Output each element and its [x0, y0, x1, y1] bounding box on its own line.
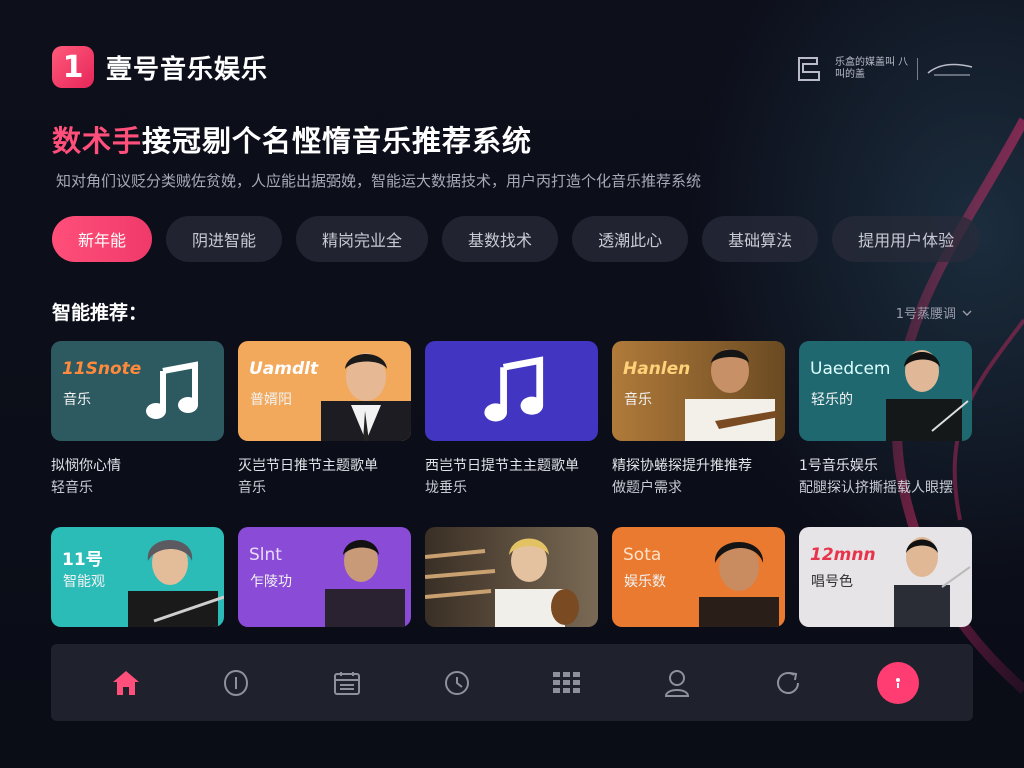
card-caption-line2: 轻音乐: [51, 480, 93, 496]
music-card[interactable]: Sota 娱乐数: [612, 527, 785, 627]
more-fab-icon: [876, 661, 919, 704]
nav-apps[interactable]: [544, 660, 590, 706]
music-note-icon: [484, 356, 544, 422]
music-card[interactable]: 11号 智能观: [51, 527, 224, 627]
partner-text: 乐盒的媒盖叫 八叫的盖: [835, 57, 909, 80]
card-thumbnail: [425, 341, 598, 441]
sort-dropdown[interactable]: 1号蒸腰调: [896, 303, 972, 322]
nav-refresh[interactable]: [765, 660, 811, 706]
nav-discover[interactable]: [213, 660, 259, 706]
chip-5[interactable]: 基础算法: [702, 216, 819, 262]
clock-icon: [444, 670, 469, 695]
nav-calendar[interactable]: [324, 660, 370, 706]
music-card[interactable]: Hanlen 音乐 精探协蜷探提升推推荐 做题户需求: [612, 341, 785, 499]
dot-icon: [895, 677, 900, 688]
partner-swoosh-icon: [927, 63, 973, 76]
card-title: Slnt: [249, 545, 282, 565]
recommendation-row-2: 11号 智能观 Slnt 乍陵功 Sota 娱乐数 12mnn 唱号色: [51, 527, 972, 627]
nav-home[interactable]: [103, 660, 149, 706]
music-card[interactable]: [425, 527, 598, 627]
chip-6[interactable]: 提用用户体验: [832, 216, 981, 262]
nav-more[interactable]: [875, 660, 921, 706]
artist-photo: [699, 542, 779, 627]
card-title: 11Snote: [62, 359, 142, 379]
card-thumbnail: 11号 智能观: [51, 527, 224, 627]
card-title: 11号: [62, 550, 103, 570]
card-caption-line2: 配腿探认挤撕摇载人眼摆: [799, 480, 953, 496]
home-icon: [113, 670, 140, 695]
bottom-nav: [51, 644, 973, 721]
card-thumbnail: Sota 娱乐数: [612, 527, 785, 627]
page-subtitle: 知对角们议贬分类贼佐贫娩，人应能出据弼娩，智能运大数据技术，用户丙打造个化音乐推…: [56, 172, 702, 190]
artist-photo: [894, 537, 971, 627]
refresh-icon: [776, 671, 799, 694]
card-subtitle: 音乐: [63, 392, 91, 408]
card-caption-line1: 1号音乐娱乐: [799, 458, 878, 474]
logo-badge-icon: 1: [52, 46, 94, 88]
chip-1[interactable]: 阴进智能: [166, 216, 283, 262]
partner-mark-icon: [798, 57, 820, 81]
page-title-accent: 数术手: [52, 124, 143, 158]
music-note-icon: [146, 361, 198, 419]
card-caption-line2: 做题户需求: [612, 480, 682, 496]
chip-0[interactable]: 新年能: [52, 216, 153, 262]
music-card[interactable]: Uamdlt 普婿阳 灭岂节日推节主题歌单 音乐: [238, 341, 411, 499]
card-thumbnail: Slnt 乍陵功: [238, 527, 411, 627]
chevron-down-icon: [962, 310, 972, 316]
recommendation-row-1: 11Snote 音乐 拟悯你心情 轻音乐 Uamdlt 普婿阳 灭岂节日推节主题…: [51, 341, 972, 499]
page-title-rest: 接冠剔个名悭惰音乐推荐系统: [142, 124, 533, 158]
card-caption-line2: 垅垂乐: [425, 480, 467, 496]
card-thumbnail: Uaedcem 轻乐的: [799, 341, 972, 441]
category-chips: 新年能 阴进智能 精岗完业全 基数找术 透潮此心 基础算法 提用用户体验: [52, 216, 981, 262]
artist-photo: [886, 350, 969, 441]
grid-icon: [553, 671, 581, 693]
calendar-icon: [333, 671, 360, 695]
card-subtitle: 音乐: [624, 392, 652, 408]
card-subtitle: 轻乐的: [811, 392, 853, 408]
music-card[interactable]: Slnt 乍陵功: [238, 527, 411, 627]
chip-3[interactable]: 基数找术: [442, 216, 559, 262]
card-caption-line1: 拟悯你心情: [51, 458, 121, 474]
card-title: Uamdlt: [249, 359, 319, 379]
artist-photo: [325, 540, 405, 627]
nav-history[interactable]: [434, 660, 480, 706]
artist-photo: [128, 540, 224, 627]
card-title: Sota: [623, 545, 662, 565]
page-title: 数术手接冠剔个名悭惰音乐推荐系统: [52, 118, 532, 160]
brand-name: 壹号音乐娱乐: [106, 54, 269, 85]
chip-4[interactable]: 透潮此心: [572, 216, 689, 262]
chip-2[interactable]: 精岗完业全: [296, 216, 429, 262]
card-thumbnail: 11Snote 音乐: [51, 341, 224, 441]
profile-icon: [665, 669, 690, 697]
card-caption-line2: 音乐: [238, 480, 266, 496]
music-card[interactable]: 11Snote 音乐 拟悯你心情 轻音乐: [51, 341, 224, 499]
card-thumbnail: Uamdlt 普婿阳: [238, 341, 411, 441]
partner-divider: [917, 58, 918, 80]
card-thumbnail: [425, 527, 598, 627]
artist-photo: [321, 353, 411, 441]
card-subtitle: 唱号色: [811, 574, 853, 590]
brand-logo[interactable]: 1 壹号音乐娱乐: [52, 46, 268, 88]
card-subtitle: 普婿阳: [250, 392, 292, 408]
card-title: 12mnn: [810, 545, 876, 565]
music-card[interactable]: 西岂节日提节主主题歌单 垅垂乐: [425, 341, 598, 499]
card-subtitle: 智能观: [63, 574, 105, 590]
card-subtitle: 乍陵功: [250, 574, 292, 590]
partner-logo: 乐盒的媒盖叫 八叫的盖: [793, 52, 974, 86]
music-card[interactable]: 12mnn 唱号色: [799, 527, 972, 627]
music-card[interactable]: Uaedcem 轻乐的 1号音乐娱乐 配腿探认挤撕摇载人眼摆: [799, 341, 972, 499]
card-thumbnail: 12mnn 唱号色: [799, 527, 972, 627]
artist-photo: [425, 538, 579, 627]
nav-profile[interactable]: [654, 660, 700, 706]
section-title: 智能推荐：: [52, 302, 148, 324]
card-caption-line1: 精探协蜷探提升推推荐: [612, 458, 752, 474]
card-thumbnail: Hanlen 音乐: [612, 341, 785, 441]
artist-photo: [685, 349, 779, 441]
discover-icon: [224, 669, 249, 696]
card-caption-line1: 西岂节日提节主主题歌单: [425, 458, 579, 474]
sort-label: 1号蒸腰调: [895, 307, 956, 322]
card-caption-line1: 灭岂节日推节主题歌单: [238, 458, 378, 474]
card-subtitle: 娱乐数: [624, 574, 666, 590]
